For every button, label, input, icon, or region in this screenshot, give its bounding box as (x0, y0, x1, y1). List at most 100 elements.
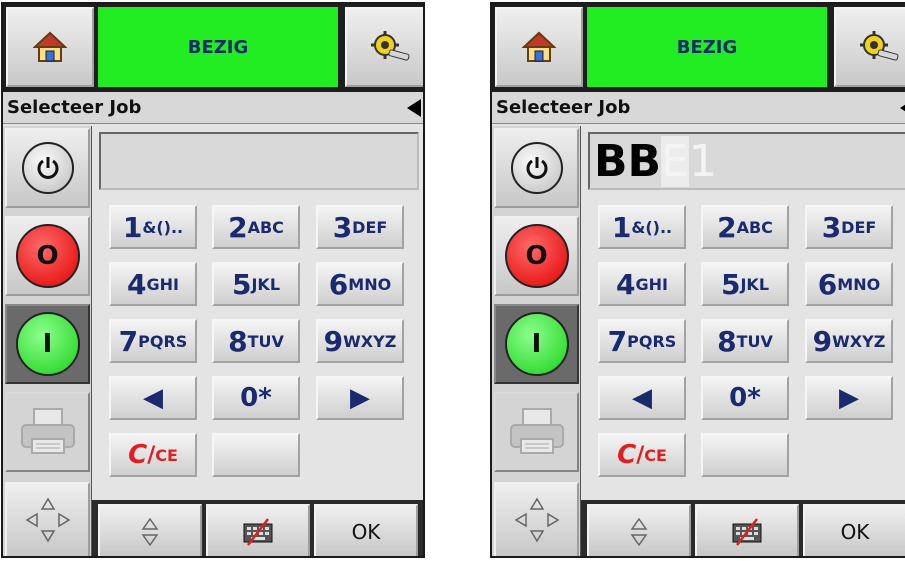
key-8-sub: TUV (247, 331, 284, 351)
keyboard-disabled-icon (731, 518, 763, 546)
keyboard-toggle-button[interactable] (206, 504, 310, 556)
key-6[interactable]: 6 MNO (316, 262, 404, 306)
ce-main: C (128, 440, 148, 470)
power-button[interactable] (494, 128, 579, 208)
key-2[interactable]: 2 ABC (212, 205, 300, 249)
settings-gear-icon (856, 30, 900, 64)
key-1-sub: &().. (631, 217, 673, 237)
ce-sub: CE (644, 445, 667, 465)
scroll-button[interactable] (98, 504, 202, 556)
key-7-sub: PQRS (138, 331, 188, 351)
key-5-main: 5 (720, 267, 741, 301)
printer-icon (18, 407, 78, 457)
key-5[interactable]: 5 JKL (701, 262, 789, 306)
keyboard-disabled-icon (242, 518, 274, 546)
power-icon (510, 142, 563, 194)
ok-button[interactable]: OK (314, 504, 418, 556)
print-button[interactable] (494, 392, 579, 472)
key-8[interactable]: 8 TUV (212, 319, 300, 363)
cursor-left-key[interactable]: ◀ (598, 376, 686, 420)
key-1[interactable]: 1 &().. (598, 205, 686, 249)
key-0[interactable]: 0* (701, 376, 789, 420)
cursor-left-key[interactable]: ◀ (109, 376, 197, 420)
key-3-sub: DEF (841, 217, 877, 237)
key-5-main: 5 (231, 267, 252, 301)
stop-label: O (504, 224, 569, 288)
keyboard-toggle-button[interactable] (695, 504, 799, 556)
direction-pad-button[interactable] (494, 482, 579, 556)
key-0[interactable]: 0* (212, 376, 300, 420)
key-9[interactable]: 9 WXYZ (316, 319, 404, 363)
key-4[interactable]: 4 GHI (598, 262, 686, 306)
page-title: Selecteer Job (496, 97, 631, 118)
stop-button[interactable]: O (5, 216, 90, 296)
direction-pad-button[interactable] (5, 482, 90, 556)
key-2-sub: ABC (736, 217, 773, 237)
key-9-sub: WXYZ (832, 331, 886, 351)
key-2[interactable]: 2 ABC (701, 205, 789, 249)
scroll-updown-icon (140, 517, 160, 547)
entry-cursor-char: E (661, 135, 689, 187)
key-7[interactable]: 7 PQRS (109, 319, 197, 363)
key-0-label: 0* (729, 383, 761, 413)
arrow-right-icon: ▶ (839, 383, 859, 413)
direction-pad-icon (23, 495, 73, 545)
home-button[interactable] (6, 7, 94, 87)
stop-label: O (15, 224, 80, 288)
key-7[interactable]: 7 PQRS (598, 319, 686, 363)
home-icon (522, 31, 556, 63)
key-2-main: 2 (717, 210, 737, 244)
key-4-main: 4 (616, 267, 636, 301)
key-0-label: 0* (240, 383, 272, 413)
job-name-input[interactable] (99, 132, 419, 190)
key-3[interactable]: 3 DEF (805, 205, 893, 249)
stop-button[interactable]: O (494, 216, 579, 296)
power-button[interactable] (5, 128, 90, 208)
key-8[interactable]: 8 TUV (701, 319, 789, 363)
arrow-left-icon: ◀ (632, 383, 652, 413)
clear-entry-key[interactable]: C / CE (109, 433, 197, 477)
blank-key[interactable] (701, 433, 789, 477)
top-bar: BEZIG (492, 4, 905, 92)
key-5[interactable]: 5 JKL (212, 262, 300, 306)
power-icon (21, 142, 74, 194)
key-1-sub: &().. (142, 217, 184, 237)
start-button[interactable]: I (494, 304, 579, 384)
home-icon (33, 31, 67, 63)
settings-button[interactable] (345, 7, 423, 87)
arrow-right-icon: ▶ (350, 383, 370, 413)
print-button[interactable] (5, 392, 90, 472)
key-1-main: 1 (122, 210, 143, 244)
key-1[interactable]: 1 &().. (109, 205, 197, 249)
settings-gear-icon (367, 30, 411, 64)
job-name-input[interactable]: BB E 1 (588, 132, 905, 190)
key-6[interactable]: 6 MNO (805, 262, 893, 306)
status-indicator: BEZIG (587, 7, 827, 87)
page-title: Selecteer Job (7, 97, 142, 118)
printer-icon (507, 407, 567, 457)
settings-button[interactable] (834, 7, 905, 87)
key-1-main: 1 (611, 210, 632, 244)
home-button[interactable] (495, 7, 583, 87)
cursor-right-key[interactable]: ▶ (805, 376, 893, 420)
status-indicator: BEZIG (98, 7, 338, 87)
back-arrow-icon[interactable] (407, 99, 421, 117)
title-strip: Selecteer Job (3, 92, 423, 124)
start-label: I (504, 312, 569, 376)
blank-key[interactable] (212, 433, 300, 477)
ce-main: C (617, 440, 637, 470)
key-4[interactable]: 4 GHI (109, 262, 197, 306)
start-button[interactable]: I (5, 304, 90, 384)
cursor-right-key[interactable]: ▶ (316, 376, 404, 420)
back-arrow-icon[interactable] (900, 99, 905, 117)
key-6-sub: MNO (837, 274, 881, 294)
key-3[interactable]: 3 DEF (316, 205, 404, 249)
key-3-sub: DEF (352, 217, 388, 237)
key-9-main: 9 (812, 324, 833, 358)
clear-entry-key[interactable]: C / CE (598, 433, 686, 477)
key-9[interactable]: 9 WXYZ (805, 319, 893, 363)
key-5-sub: JKL (251, 274, 281, 294)
scroll-button[interactable] (587, 504, 691, 556)
ok-button[interactable]: OK (803, 504, 905, 556)
entry-typed-text: BB (594, 135, 662, 187)
